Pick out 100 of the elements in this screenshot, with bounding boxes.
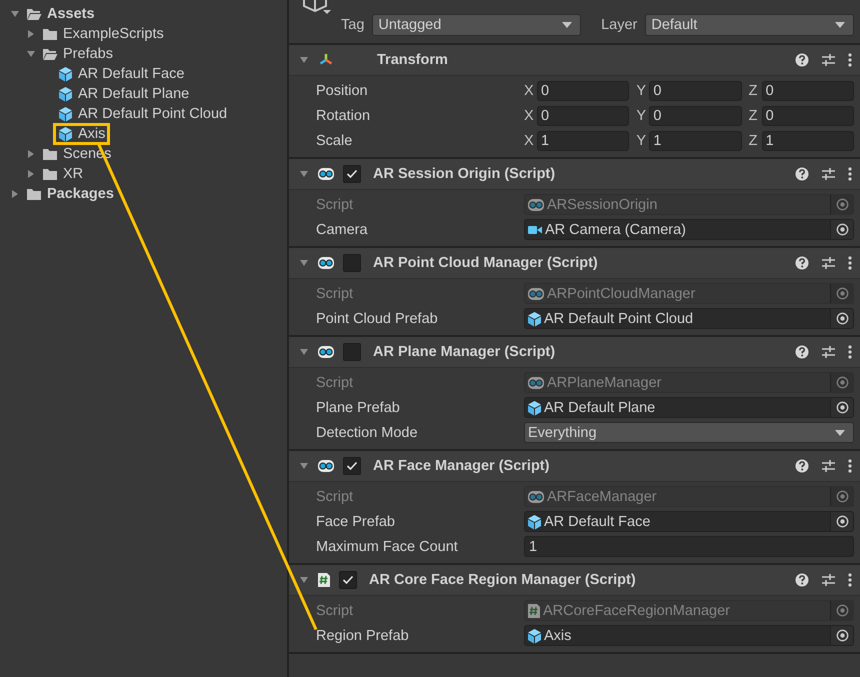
layer-dropdown[interactable]: Default: [645, 14, 854, 36]
tree-item[interactable]: XR: [40, 166, 86, 182]
tree-item[interactable]: Packages: [24, 186, 116, 202]
field-label: Region Prefab: [316, 628, 410, 644]
expanded-arrow-icon[interactable]: [299, 461, 309, 471]
collapsed-arrow-icon[interactable]: [26, 29, 36, 39]
enabled-checkbox[interactable]: [343, 457, 361, 475]
tree-item[interactable]: AR Default Plane: [56, 86, 192, 102]
object-field[interactable]: AR Default Point Cloud: [524, 308, 854, 329]
expanded-arrow-icon[interactable]: [299, 575, 309, 585]
preset-sliders-icon[interactable]: [821, 573, 836, 587]
number-field[interactable]: 0: [649, 106, 742, 126]
object-picker-button[interactable]: [830, 601, 853, 620]
field-label: Camera: [316, 222, 369, 238]
help-icon[interactable]: [795, 256, 809, 270]
target-icon: [836, 312, 848, 325]
expanded-arrow-icon[interactable]: [10, 9, 20, 19]
number-field[interactable]: 0: [762, 106, 854, 126]
axis-label: Z: [748, 132, 759, 148]
axis-label: Y: [636, 108, 646, 124]
dropdown-caret-icon: [562, 22, 572, 28]
folder-icon: [26, 8, 42, 20]
tree-item[interactable]: Axis: [56, 126, 108, 142]
tree-item[interactable]: AR Default Face: [56, 66, 186, 82]
object-picker-button[interactable]: [830, 487, 853, 506]
object-picker-button[interactable]: [830, 195, 853, 214]
number-field[interactable]: 1: [762, 130, 854, 150]
component-header[interactable]: AR Face Manager (Script): [289, 451, 860, 482]
expanded-arrow-icon[interactable]: [299, 55, 309, 65]
goggles-icon: [527, 286, 545, 300]
axis-label: Z: [748, 108, 759, 124]
help-icon[interactable]: [795, 345, 809, 359]
target-icon: [836, 629, 848, 642]
component-header[interactable]: AR Core Face Region Manager (Script): [289, 565, 860, 596]
object-picker-button[interactable]: [830, 220, 853, 239]
tag-dropdown[interactable]: Untagged: [372, 14, 582, 36]
expanded-arrow-icon[interactable]: [299, 347, 309, 357]
more-options-icon[interactable]: [848, 345, 852, 359]
more-options-icon[interactable]: [848, 53, 852, 67]
object-picker-button[interactable]: [830, 373, 853, 392]
cube-icon: [527, 310, 542, 326]
object-picker-button[interactable]: [830, 512, 853, 531]
component-header[interactable]: Transform: [289, 45, 860, 76]
number-field[interactable]: 0: [537, 106, 630, 126]
field-label: Script: [316, 602, 354, 618]
object-picker-button[interactable]: [830, 284, 853, 303]
dropdown-caret-icon: [835, 22, 846, 28]
cube-icon: [58, 86, 73, 102]
more-options-icon[interactable]: [848, 167, 852, 181]
preset-sliders-icon[interactable]: [821, 459, 836, 473]
expanded-arrow-icon[interactable]: [299, 169, 309, 179]
object-field[interactable]: AR Default Face: [524, 511, 854, 532]
field-label: Point Cloud Prefab: [316, 310, 439, 326]
cube-icon: [527, 514, 542, 530]
help-icon[interactable]: [795, 167, 809, 181]
more-options-icon[interactable]: [848, 256, 852, 270]
object-picker-button[interactable]: [830, 309, 853, 328]
script-file-icon: [527, 602, 541, 618]
tree-item[interactable]: ExampleScripts: [40, 26, 166, 42]
camera-icon: [527, 224, 543, 236]
tree-item[interactable]: Assets: [24, 6, 97, 22]
object-picker-button[interactable]: [830, 626, 853, 645]
help-icon[interactable]: [795, 573, 809, 587]
more-options-icon[interactable]: [848, 573, 852, 587]
target-icon: [836, 515, 848, 528]
folder-icon: [42, 168, 58, 180]
goggles-icon: [527, 490, 545, 504]
component-header[interactable]: AR Point Cloud Manager (Script): [289, 248, 860, 279]
enabled-checkbox[interactable]: [343, 165, 361, 183]
number-field[interactable]: 1: [524, 536, 854, 557]
cube-icon: [58, 126, 73, 142]
number-field[interactable]: 1: [649, 130, 742, 150]
component-header[interactable]: AR Plane Manager (Script): [289, 337, 860, 368]
enabled-checkbox[interactable]: [343, 254, 361, 272]
preset-sliders-icon[interactable]: [821, 53, 836, 67]
help-icon[interactable]: [795, 53, 809, 67]
object-field[interactable]: AR Default Plane: [524, 397, 854, 418]
component-header[interactable]: AR Session Origin (Script): [289, 159, 860, 190]
object-field[interactable]: Axis: [524, 625, 854, 646]
preset-sliders-icon[interactable]: [821, 345, 836, 359]
number-field[interactable]: 1: [537, 130, 630, 150]
preset-sliders-icon[interactable]: [821, 256, 836, 270]
help-icon[interactable]: [795, 459, 809, 473]
number-field[interactable]: 0: [537, 80, 630, 100]
more-options-icon[interactable]: [848, 459, 852, 473]
dropdown[interactable]: Everything: [524, 422, 854, 443]
number-field[interactable]: 0: [762, 80, 854, 100]
object-picker-button[interactable]: [830, 398, 853, 417]
tree-item[interactable]: AR Default Point Cloud: [56, 106, 230, 122]
goggles-icon: [317, 459, 335, 473]
expanded-arrow-icon[interactable]: [26, 49, 36, 59]
preset-sliders-icon[interactable]: [821, 167, 836, 181]
enabled-checkbox[interactable]: [343, 343, 361, 361]
expanded-arrow-icon[interactable]: [299, 258, 309, 268]
enabled-checkbox[interactable]: [339, 571, 357, 589]
folder-icon: [42, 148, 58, 160]
tree-item[interactable]: Prefabs: [40, 46, 115, 62]
object-field[interactable]: AR Camera (Camera): [524, 219, 854, 240]
field-label: Detection Mode: [316, 424, 419, 440]
number-field[interactable]: 0: [649, 80, 742, 100]
